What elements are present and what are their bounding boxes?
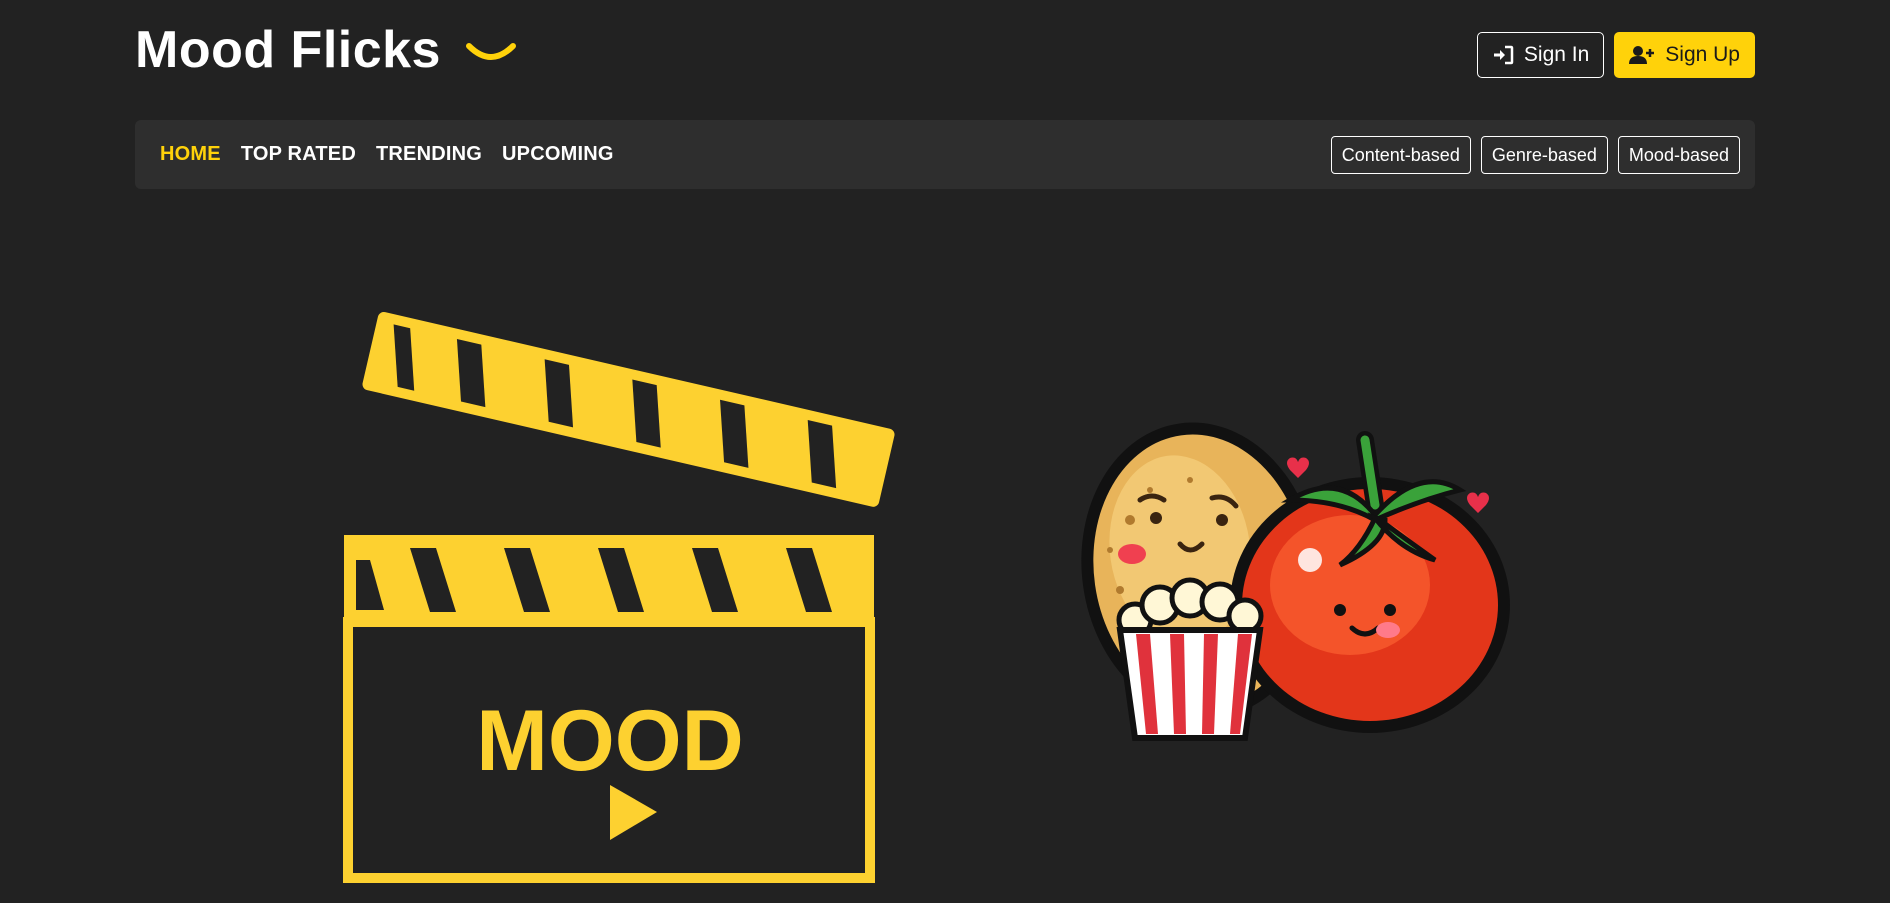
clapper-text: MOOD (476, 693, 744, 789)
filter-mood-based[interactable]: Mood-based (1617, 136, 1740, 174)
mascot-illustration (1040, 420, 1520, 765)
clapperboard-illustration: MOOD (340, 300, 910, 895)
sign-in-icon (1493, 45, 1514, 65)
sign-up-label: Sign Up (1665, 43, 1740, 66)
filter-genre-based[interactable]: Genre-based (1480, 136, 1608, 174)
smile-icon (465, 38, 517, 69)
nav-link-home[interactable]: HOME (160, 143, 221, 166)
sign-in-button[interactable]: Sign In (1476, 32, 1605, 78)
brand[interactable]: Mood Flicks (135, 20, 517, 80)
brand-title[interactable]: Mood Flicks (135, 20, 441, 80)
nav-links: HOME TOP RATED TRENDING UPCOMING (160, 120, 614, 189)
nav-link-trending[interactable]: TRENDING (376, 143, 482, 166)
auth-buttons: Sign In Sign Up (1476, 32, 1755, 78)
header: Mood Flicks Sign In Sign Up (135, 0, 1755, 110)
recommendation-filters: Content-based Genre-based Mood-based (1330, 136, 1740, 174)
sign-in-label: Sign In (1523, 43, 1590, 66)
filter-content-based[interactable]: Content-based (1330, 136, 1471, 174)
nav-link-top-rated[interactable]: TOP RATED (241, 143, 356, 166)
navbar: HOME TOP RATED TRENDING UPCOMING Content… (135, 120, 1755, 189)
nav-link-upcoming[interactable]: UPCOMING (502, 143, 614, 166)
user-plus-icon (1629, 46, 1655, 64)
sign-up-button[interactable]: Sign Up (1614, 32, 1755, 78)
